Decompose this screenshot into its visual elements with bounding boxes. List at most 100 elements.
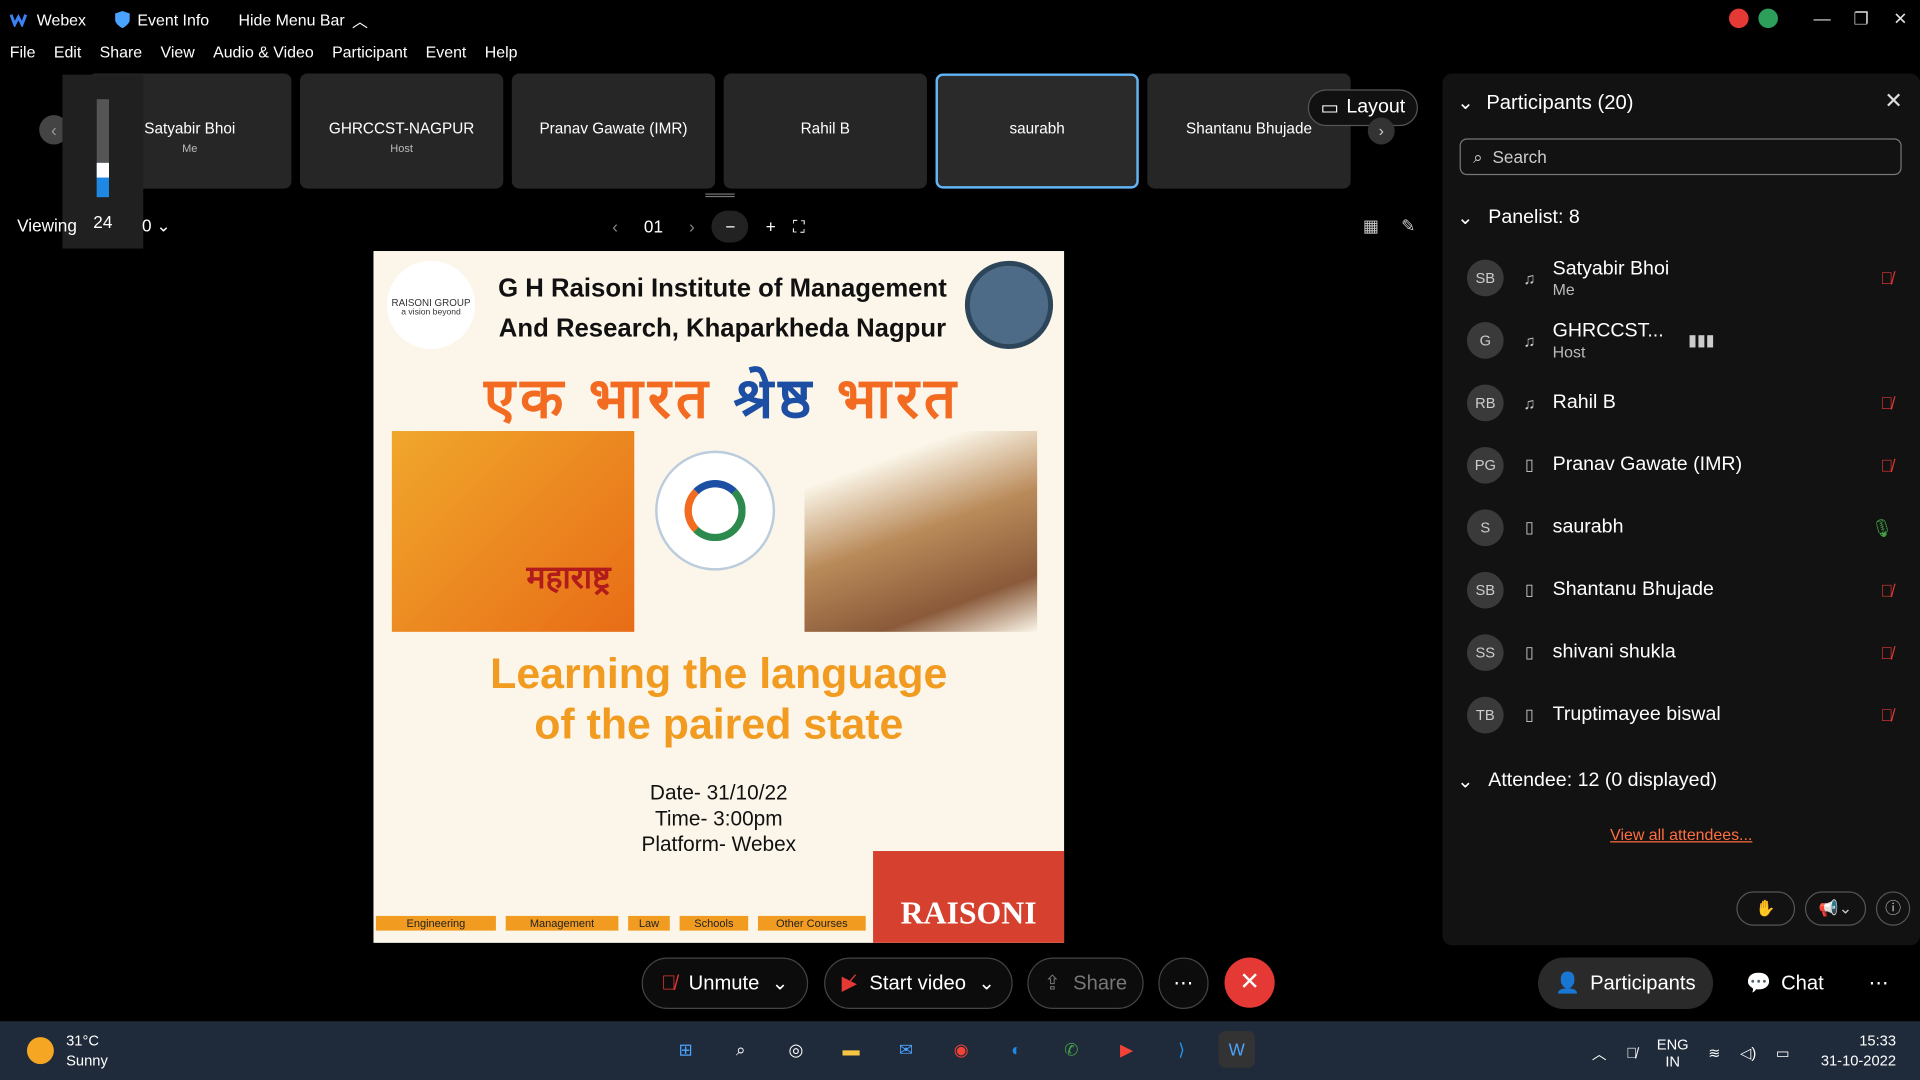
phone-icon: ▯: [1525, 455, 1534, 474]
battery-icon[interactable]: ▭: [1776, 1044, 1790, 1061]
language-indicator[interactable]: ENG IN: [1657, 1036, 1689, 1070]
menu-edit[interactable]: Edit: [54, 43, 81, 70]
mic-muted-icon[interactable]: 🎙̸: [1880, 580, 1893, 600]
weather-widget[interactable]: 31°C Sunny: [26, 1031, 108, 1070]
participant-row[interactable]: SB ♫ Satyabir Bhoi Me 🎙̸: [1466, 258, 1908, 298]
participant-row[interactable]: RB ♫ Rahil B 🎙̸: [1466, 383, 1908, 422]
more-options-button[interactable]: ⋯: [1158, 957, 1209, 1009]
clock[interactable]: 15:33 31-10-2022: [1821, 1031, 1896, 1070]
view-all-attendees-link[interactable]: View all attendees...: [1442, 825, 1920, 843]
volume-thumb[interactable]: [96, 162, 109, 178]
window-controls: — ❐ ✕: [1728, 0, 1920, 37]
start-video-button[interactable]: ▶̸ Start video ⌄: [824, 957, 1013, 1009]
attendee-count: Attendee: 12 (0 displayed): [1488, 770, 1717, 792]
taskbar-apps: ⊞ ⌕ ◎ ▬ ✉ ◉ ◐ ✆ ▶ ⟩ W: [667, 1031, 1256, 1068]
search-input[interactable]: ⌕ Search: [1459, 138, 1902, 176]
video-tile[interactable]: Rahil B: [723, 73, 927, 189]
zoom-out-button[interactable]: −: [711, 210, 749, 243]
wifi-icon[interactable]: ≋: [1708, 1044, 1720, 1061]
windows-start-icon[interactable]: ⊞: [667, 1031, 704, 1068]
participant-row[interactable]: SS ▯ shivani shukla 🎙̸: [1466, 633, 1908, 672]
video-tile[interactable]: Pranav Gawate (IMR): [511, 73, 716, 189]
panel-more-button[interactable]: ⋯: [1851, 958, 1905, 1009]
webex-taskbar-icon[interactable]: W: [1218, 1031, 1256, 1068]
unmute-button[interactable]: 🎙̸ Unmute ⌄: [641, 957, 809, 1009]
youtube-icon[interactable]: ▶: [1108, 1031, 1145, 1068]
prev-page-icon[interactable]: ‹: [612, 217, 618, 237]
mic-muted-icon[interactable]: 🎙̸: [1880, 705, 1893, 725]
announce-button[interactable]: 📢⌄: [1804, 891, 1867, 926]
menu-event[interactable]: Event: [426, 43, 467, 70]
record-icon[interactable]: [1728, 8, 1749, 29]
mic-muted-icon[interactable]: 🎙̸: [1880, 456, 1893, 476]
hide-menu-bar-label: Hide Menu Bar: [238, 10, 345, 29]
panel-header[interactable]: ⌄ Participants (20): [1457, 91, 1633, 115]
participant-name: GHRCCST...: [1552, 320, 1664, 342]
chevron-down-icon: ⌄: [1457, 771, 1474, 793]
mic-muted-icon[interactable]: 🎙̸: [1626, 1044, 1637, 1061]
zoom-in-button[interactable]: +: [766, 217, 776, 237]
dell-icon[interactable]: ◎: [778, 1031, 815, 1068]
mic-muted-icon[interactable]: 🎙̸: [1880, 268, 1893, 288]
hindi-part1: एक भारत: [484, 366, 713, 430]
info-icon[interactable]: ⓘ: [1875, 891, 1911, 926]
next-page-icon[interactable]: ›: [689, 217, 695, 237]
mail-icon[interactable]: ✉: [888, 1031, 925, 1068]
whatsapp-icon[interactable]: ✆: [1053, 1031, 1090, 1068]
share-button[interactable]: ⇪ Share: [1027, 957, 1144, 1009]
chrome-icon[interactable]: ◉: [943, 1031, 980, 1068]
minimize-icon[interactable]: —: [1802, 9, 1841, 29]
network-health-icon[interactable]: [1758, 8, 1778, 29]
menu-view[interactable]: View: [160, 43, 194, 70]
webex-app[interactable]: Webex: [9, 10, 86, 29]
strip-next-button[interactable]: ›: [1367, 117, 1395, 145]
vscode-icon[interactable]: ⟩: [1163, 1031, 1200, 1068]
search-icon[interactable]: ⌕: [722, 1031, 759, 1068]
taskbar: 31°C Sunny ⊞ ⌕ ◎ ▬ ✉ ◉ ◐ ✆ ▶ ⟩ W ︿ 🎙̸ EN…: [0, 1021, 1920, 1080]
phone-icon: ▯: [1525, 580, 1534, 599]
participant-row[interactable]: SB ▯ Shantanu Bhujade 🎙̸: [1466, 571, 1908, 610]
panelist-section-header[interactable]: ⌄ Panelist: 8: [1457, 206, 1580, 230]
menu-help[interactable]: Help: [485, 43, 518, 70]
participant-row[interactable]: S ▯ saurabh 🎙: [1466, 508, 1908, 547]
annotate-icon[interactable]: ✎: [1401, 216, 1415, 237]
event-details: Date- 31/10/22 Time- 3:00pm Platform- We…: [373, 780, 1064, 857]
close-window-icon[interactable]: ✕: [1881, 8, 1920, 29]
file-explorer-icon[interactable]: ▬: [833, 1031, 870, 1068]
participant-row[interactable]: PG ▯ Pranav Gawate (IMR) 🎙̸: [1466, 446, 1908, 485]
menu-share[interactable]: Share: [100, 43, 142, 70]
mic-muted-icon[interactable]: 🎙̸: [1880, 643, 1893, 663]
restore-icon[interactable]: ❐: [1842, 8, 1881, 29]
chat-button[interactable]: 💬 Chat: [1729, 958, 1841, 1009]
edge-icon[interactable]: ◐: [998, 1031, 1035, 1068]
video-tile-active[interactable]: saurabh: [935, 73, 1139, 189]
viewing-label: Viewing: [17, 215, 77, 236]
hide-menu-bar-button[interactable]: Hide Menu Bar ︿: [239, 8, 368, 31]
menu-file[interactable]: File: [10, 43, 36, 70]
menu-participant[interactable]: Participant: [332, 43, 407, 70]
learning-heading: Learning the language of the paired stat…: [373, 649, 1064, 749]
close-panel-icon[interactable]: ✕: [1884, 88, 1902, 114]
chevron-up-icon: ︿: [352, 11, 368, 31]
video-tile[interactable]: GHRCCST-NAGPUR Host: [300, 73, 504, 189]
mic-on-icon[interactable]: 🎙: [1871, 517, 1893, 538]
mic-muted-icon[interactable]: 🎙̸: [1880, 393, 1893, 413]
attendee-section-header[interactable]: ⌄ Attendee: 12 (0 displayed): [1457, 769, 1717, 793]
resize-handle[interactable]: [705, 193, 735, 198]
participant-row[interactable]: G ♫ GHRCCST... Host ▮▮▮: [1466, 320, 1908, 361]
chevron-down-icon: ⌄: [978, 972, 996, 995]
grid-view-icon[interactable]: ▦: [1363, 216, 1379, 237]
avatar: SS: [1466, 634, 1504, 672]
menu-audio-video[interactable]: Audio & Video: [213, 43, 314, 70]
volume-icon[interactable]: ◁): [1740, 1044, 1756, 1061]
chevron-up-icon[interactable]: ︿: [1592, 1043, 1607, 1064]
leave-meeting-button[interactable]: ✕: [1224, 957, 1275, 1008]
volume-track[interactable]: [96, 99, 109, 198]
fullscreen-icon[interactable]: ⛶: [793, 216, 805, 237]
viewing-dropdown[interactable]: 0 ⌄: [142, 216, 171, 237]
participants-button[interactable]: 👤 Participants: [1537, 957, 1713, 1009]
layout-button[interactable]: ▭ Layout: [1307, 89, 1418, 127]
event-info-button[interactable]: Event Info: [115, 10, 209, 29]
participant-row[interactable]: TB ▯ Truptimayee biswal 🎙̸: [1466, 696, 1908, 735]
raise-hand-button[interactable]: ✋: [1736, 891, 1796, 926]
